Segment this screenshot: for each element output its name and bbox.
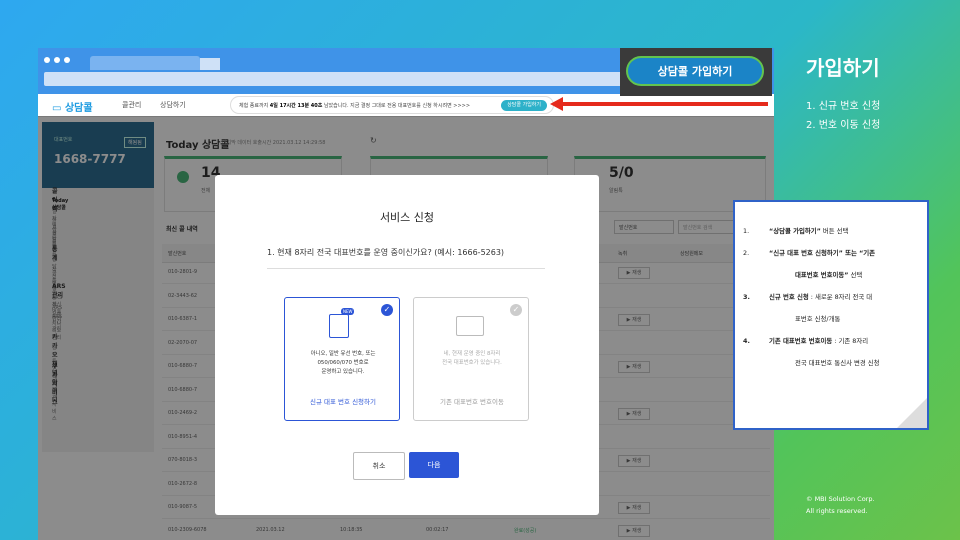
service-request-modal: 서비스 신청 1. 현재 8자리 전국 대표번호를 운영 중이신가요? (예시:… — [215, 175, 599, 515]
copyright: All rights reserved. — [806, 507, 868, 515]
banner-join-button[interactable]: 상담콜 가입하기 — [501, 100, 547, 111]
option-number-transfer[interactable]: ✓ 네, 현재 운영 중인 8자리 전국 대표번호가 있습니다. 기존 대표번호… — [413, 297, 529, 421]
note-line: 전국 대표번호 통신사 변경 신청 — [795, 359, 880, 367]
browser-tab[interactable] — [200, 58, 220, 70]
note-line: 대표번호 번호이동” 선택 — [795, 271, 863, 279]
red-arrow-shaft — [562, 102, 768, 106]
instruction-note: 1. “상담콜 가입하기” 버튼 선택 2. “신규 대표 번호 신청하기” 또는 “… — [733, 200, 929, 430]
panel-title: 가입하기 — [806, 56, 880, 80]
window-dot-icon[interactable] — [44, 57, 50, 63]
window-dot-icon[interactable] — [54, 57, 60, 63]
checkmark-icon: ✓ — [381, 304, 393, 316]
note-line: 2. “신규 대표 번호 신청하기” 또는 “기존 — [743, 249, 876, 257]
phone-transfer-icon — [456, 316, 484, 336]
modal-question: 1. 현재 8자리 전국 대표번호를 운영 중이신가요? (예시: 1666-5… — [267, 248, 505, 257]
window-dot-icon[interactable] — [64, 57, 70, 63]
divider — [267, 268, 545, 269]
checkmark-icon: ✓ — [510, 304, 522, 316]
nav-consult[interactable]: 상담하기 — [160, 100, 186, 110]
option-transfer-label: 기존 대표번호 번호이동 — [440, 398, 504, 406]
cancel-button[interactable]: 취소 — [353, 452, 405, 480]
note-line: 3. 신규 번호 신청 : 새로운 8자리 전국 대 — [743, 293, 873, 301]
trial-banner: 체험 종료까지 4일 17시간 13분 40초 남았습니다. 지금 결정 그대로… — [230, 96, 554, 114]
copyright: © MBI Solution Corp. — [806, 495, 875, 503]
option-new-number[interactable]: ✓ NEW 아니오, 일반 유선 번호, 또는 050/060/070 번호로 … — [284, 297, 400, 421]
note-line: 4. 기존 대표번호 번호이동 : 기존 8자리 — [743, 337, 869, 345]
browser-tab[interactable] — [90, 56, 200, 70]
app-logo[interactable]: ▭ 상담콜 — [52, 99, 93, 114]
next-button[interactable]: 다음 — [409, 452, 459, 478]
document-new-icon — [329, 314, 349, 338]
page-curl — [897, 398, 927, 428]
note-line: 1. “상담콜 가입하기” 버튼 선택 — [743, 227, 849, 235]
note-line: 표번호 신청/개통 — [795, 315, 841, 323]
modal-title: 서비스 신청 — [379, 211, 435, 224]
nav-call-manage[interactable]: 콜관리 — [122, 100, 141, 110]
chat-icon: ▭ — [52, 103, 65, 114]
join-button-highlight[interactable]: 상담콜 가입하기 — [626, 56, 764, 86]
option-new-label: 신규 대표 번호 신청하기 — [310, 398, 376, 406]
panel-step: 2. 번호 이동 신청 — [806, 120, 881, 131]
panel-step: 1. 신규 번호 신청 — [806, 101, 881, 112]
